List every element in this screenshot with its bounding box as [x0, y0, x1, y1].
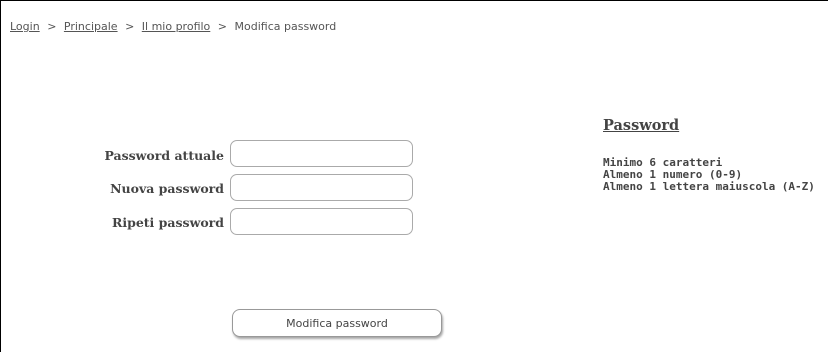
change-password-button[interactable]: Modifica password [232, 309, 442, 337]
breadcrumb-current: Modifica password [234, 20, 337, 33]
breadcrumb: Login > Principale > Il mio profilo > Mo… [10, 20, 336, 33]
current-password-input[interactable] [230, 140, 413, 167]
repeat-password-label: Ripeti password [111, 215, 224, 230]
new-password-input[interactable] [230, 174, 413, 201]
breadcrumb-link-principale[interactable]: Principale [64, 20, 118, 33]
password-requirements-list: Minimo 6 caratteri Almeno 1 numero (0-9)… [603, 157, 815, 193]
breadcrumb-link-profilo[interactable]: Il mio profilo [142, 20, 211, 33]
password-requirements-title: Password [603, 117, 680, 134]
new-password-label: Nuova password [110, 181, 224, 196]
repeat-password-input[interactable] [230, 208, 413, 235]
breadcrumb-separator: > [217, 20, 228, 33]
current-password-label: Password attuale [104, 148, 224, 163]
breadcrumb-separator: > [47, 20, 57, 33]
requirement-uppercase: Almeno 1 lettera maiuscola (A-Z) [603, 180, 815, 193]
breadcrumb-link-login[interactable]: Login [10, 20, 40, 33]
breadcrumb-separator: > [125, 20, 135, 33]
